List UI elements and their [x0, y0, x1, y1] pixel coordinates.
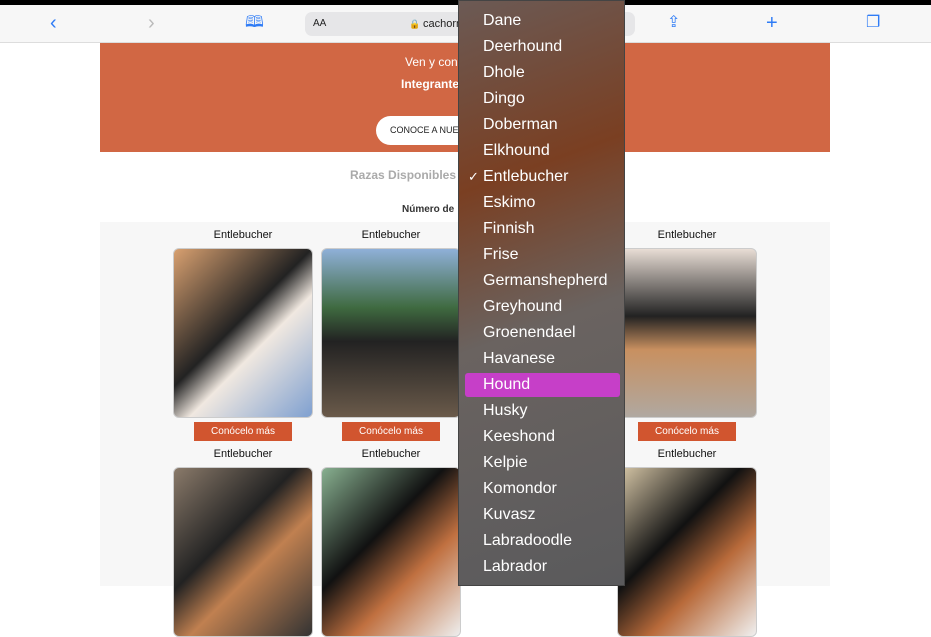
dropdown-option[interactable]: Elkhound	[465, 139, 620, 163]
dropdown-option[interactable]: Hound	[465, 373, 620, 397]
option-label: Kuvasz	[483, 506, 536, 523]
option-label: Entlebucher	[483, 168, 569, 185]
option-label: Labrador	[483, 558, 548, 575]
learn-more-button[interactable]: Conócelo más	[342, 422, 440, 441]
option-label: Deerhound	[483, 38, 563, 55]
dog-card: Entlebucher Conócelo más	[173, 222, 313, 441]
dropdown-option[interactable]: Komondor	[465, 477, 620, 501]
dropdown-option[interactable]: Groenendael	[465, 321, 620, 345]
dropdown-option[interactable]: Husky	[465, 399, 620, 423]
dropdown-option[interactable]: Doberman	[465, 113, 620, 137]
dog-card: Entlebucher	[617, 441, 757, 637]
new-tab-icon[interactable]: +	[766, 12, 778, 34]
dog-card: Entlebucher	[173, 441, 313, 637]
dropdown-option[interactable]: Havanese	[465, 347, 620, 371]
dog-name: Entlebucher	[213, 448, 273, 460]
tabs-icon[interactable]: ❐	[866, 12, 880, 34]
dropdown-option[interactable]: Kelpie	[465, 451, 620, 475]
option-label: Labradoodle	[483, 532, 572, 549]
option-label: Finnish	[483, 220, 535, 237]
dropdown-option[interactable]: Dingo	[465, 87, 620, 111]
dropdown-option[interactable]: Dane	[465, 9, 620, 33]
learn-more-button[interactable]: Conócelo más	[194, 422, 292, 441]
dog-name: Entlebucher	[361, 448, 421, 460]
forward-icon[interactable]: ›	[148, 12, 155, 34]
option-label: Dingo	[483, 90, 525, 107]
url-text[interactable]: cachorr	[423, 12, 460, 36]
banner-subtitle: Integrante	[401, 77, 460, 91]
option-label: Doberman	[483, 116, 558, 133]
option-label: Frise	[483, 246, 519, 263]
dropdown-option[interactable]: Keeshond	[465, 425, 620, 449]
option-label: Groenendael	[483, 324, 576, 341]
dog-card: Entlebucher Conócelo más	[617, 222, 757, 441]
share-icon[interactable]: ⇪	[667, 12, 680, 34]
section-title: Razas Disponibles	[350, 168, 457, 182]
reader-settings-button[interactable]: AA	[313, 12, 326, 36]
dropdown-option[interactable]: Labradoodle	[465, 529, 620, 553]
dog-photo[interactable]	[321, 248, 461, 418]
option-label: Komondor	[483, 480, 557, 497]
option-label: Eskimo	[483, 194, 536, 211]
dog-name: Entlebucher	[361, 229, 421, 241]
checkmark-icon: ✓	[468, 169, 479, 184]
dog-card: Entlebucher	[321, 441, 461, 637]
dog-card: Entlebucher Conócelo más	[321, 222, 461, 441]
option-label: Havanese	[483, 350, 556, 367]
dog-name: Entlebucher	[213, 229, 273, 241]
dog-photo[interactable]	[321, 467, 461, 637]
learn-more-button[interactable]: Conócelo más	[638, 422, 736, 441]
dog-name: Entlebucher	[657, 448, 717, 460]
dog-photo[interactable]	[173, 467, 313, 637]
option-label: Hound	[483, 376, 531, 393]
breed-dropdown-menu[interactable]: Dane Deerhound Dhole Dingo Doberman Elkhound ✓…	[458, 0, 625, 586]
count-label: Número de	[402, 204, 455, 215]
banner-text: Ven y con	[405, 55, 458, 69]
option-label: Germanshepherd	[483, 272, 608, 289]
dropdown-option[interactable]: Eskimo	[465, 191, 620, 215]
dropdown-option[interactable]: Dhole	[465, 61, 620, 85]
option-label: Keeshond	[483, 428, 556, 445]
option-label: Greyhound	[483, 298, 563, 315]
dropdown-option[interactable]: Kuvasz	[465, 503, 620, 527]
bookmarks-icon[interactable]: 🕮	[245, 12, 264, 34]
dropdown-option[interactable]: ✓ Entlebucher	[465, 165, 620, 189]
dog-photo[interactable]	[173, 248, 313, 418]
dropdown-option[interactable]: Germanshepherd	[465, 269, 620, 293]
back-icon[interactable]: ‹	[50, 12, 57, 34]
dropdown-option[interactable]: Finnish	[465, 217, 620, 241]
lock-icon: 🔒	[409, 19, 421, 29]
option-label: Kelpie	[483, 454, 528, 471]
dog-photo[interactable]	[617, 248, 757, 418]
dog-photo[interactable]	[617, 467, 757, 637]
option-label: Elkhound	[483, 142, 550, 159]
option-label: Dhole	[483, 64, 525, 81]
dropdown-option[interactable]: Labrador	[465, 555, 620, 579]
dropdown-option[interactable]: Greyhound	[465, 295, 620, 319]
dog-name: Entlebucher	[657, 229, 717, 241]
option-label: Dane	[483, 12, 522, 29]
option-label: Husky	[483, 402, 528, 419]
dropdown-option[interactable]: Frise	[465, 243, 620, 267]
dropdown-option[interactable]: Deerhound	[465, 35, 620, 59]
